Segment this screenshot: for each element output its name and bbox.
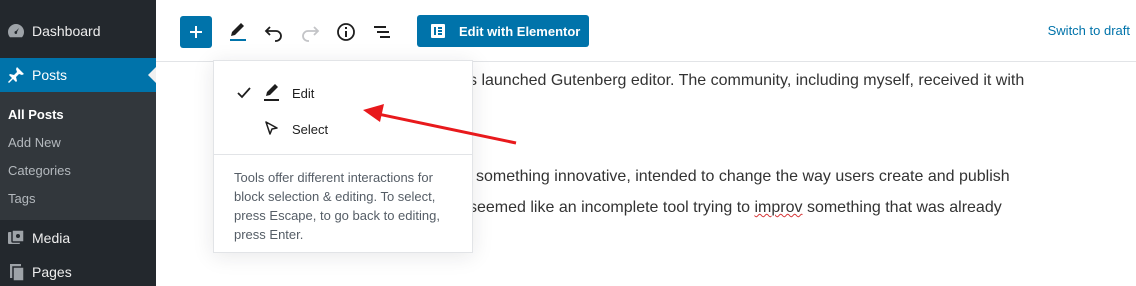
media-icon [6,228,26,248]
pushpin-icon [6,65,26,85]
redo-icon [302,26,320,42]
cursor-icon [263,120,285,138]
info-button[interactable] [332,16,360,48]
tools-button[interactable] [224,16,252,48]
pencil-icon [263,83,285,103]
paragraph-line[interactable]: something innovative, intended to change… [476,168,1010,186]
edit-with-elementor-button[interactable]: Edit with Elementor [417,15,589,47]
submenu-add-new[interactable]: Add New [8,135,61,150]
outline-button[interactable] [368,16,396,48]
elementor-icon [431,24,445,38]
tools-description: Tools offer different interactions for b… [234,170,440,242]
dashboard-icon [6,21,26,41]
pages-icon [6,262,26,282]
text-segment: seemed like an incomplete tool trying to [469,199,755,216]
admin-sidebar: Dashboard Posts All Posts Add New Catego… [0,0,156,286]
redo-button[interactable] [296,16,324,48]
plus-icon [190,26,202,38]
sidebar-item-media[interactable]: Media [0,221,156,255]
check-icon [235,84,257,102]
sidebar-item-label: Media [32,230,71,246]
elementor-label: Edit with Elementor [459,23,581,39]
submenu-all-posts[interactable]: All Posts [8,107,64,122]
text-segment: something that was already [802,199,1002,216]
info-icon [337,23,355,41]
menu-item-label: Select [292,121,329,137]
paragraph-line[interactable]: s launched Gutenberg editor. The communi… [469,72,1024,90]
add-block-button[interactable] [180,16,212,48]
menu-item-label: Edit [292,85,315,101]
posts-submenu: All Posts Add New Categories Tags [0,92,156,220]
tools-menu-edit[interactable]: Edit [214,75,472,111]
pencil-icon [230,23,246,41]
sidebar-item-dashboard[interactable]: Dashboard [0,14,156,48]
undo-button[interactable] [260,16,288,48]
switch-to-draft-button[interactable]: Switch to draft [1048,23,1130,38]
sidebar-item-label: Posts [32,67,68,83]
sidebar-item-label: Pages [32,264,72,280]
menu-divider [214,154,472,155]
submenu-categories[interactable]: Categories [8,163,71,178]
paragraph-line[interactable]: seemed like an incomplete tool trying to… [469,199,1002,217]
sidebar-item-posts[interactable]: Posts [0,58,156,92]
sidebar-item-pages[interactable]: Pages [0,255,156,286]
submenu-tags[interactable]: Tags [8,191,35,206]
misspelled-word[interactable]: improv [754,199,802,216]
undo-icon [264,26,282,42]
list-view-icon [374,26,390,38]
tools-menu-select[interactable]: Select [214,111,472,147]
editor-toolbar: Edit with Elementor Switch to draft [156,0,1136,62]
sidebar-item-label: Dashboard [32,23,101,39]
tools-menu-popover: Edit Select Tools offer different intera… [213,60,473,253]
